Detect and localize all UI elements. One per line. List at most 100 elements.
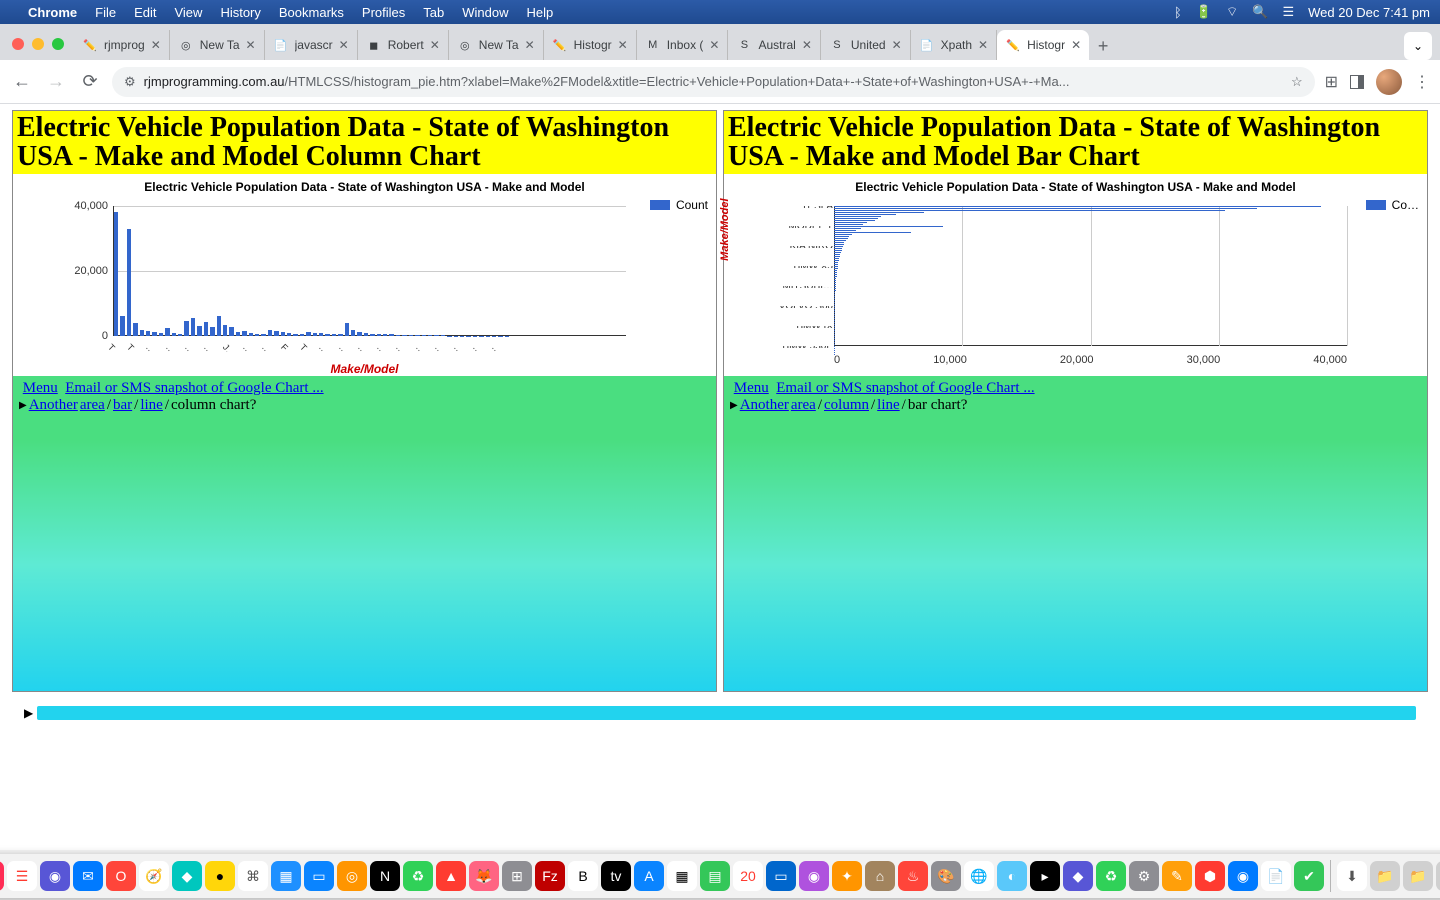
app-icon[interactable]: ◆	[172, 861, 202, 891]
column-bar[interactable]	[133, 323, 137, 336]
folder-icon[interactable]: 📁	[1403, 861, 1433, 891]
mail-icon[interactable]: ✉	[73, 861, 103, 891]
opera-icon[interactable]: O	[106, 861, 136, 891]
column-link[interactable]: column	[824, 397, 869, 414]
column-bar[interactable]	[383, 334, 387, 336]
close-tab-icon[interactable]: ✕	[525, 38, 535, 52]
bookmark-star-icon[interactable]: ☆	[1291, 74, 1303, 90]
filezilla-icon[interactable]: Fz	[535, 861, 565, 891]
menu-window[interactable]: Window	[462, 5, 508, 20]
app-icon[interactable]: ⌂	[865, 861, 895, 891]
column-bar[interactable]	[204, 322, 208, 336]
email-snapshot-link[interactable]: Email or SMS snapshot of Google Chart ..…	[776, 380, 1034, 396]
browser-tab[interactable]: SAustral✕	[728, 30, 820, 60]
app-icon[interactable]: ✔	[1294, 861, 1324, 891]
column-bar[interactable]	[217, 316, 221, 336]
app-name[interactable]: Chrome	[28, 5, 77, 20]
close-tab-icon[interactable]: ✕	[339, 38, 349, 52]
column-bar[interactable]	[146, 331, 150, 336]
folder-icon[interactable]: 📁	[1370, 861, 1400, 891]
app-icon[interactable]: ◎	[337, 861, 367, 891]
menu-history[interactable]: History	[220, 5, 260, 20]
menu-view[interactable]: View	[174, 5, 202, 20]
back-button[interactable]: ←	[10, 70, 34, 94]
numbers-icon[interactable]: ▤	[700, 861, 730, 891]
terminal-icon[interactable]: ▸	[1030, 861, 1060, 891]
column-bar[interactable]	[127, 229, 131, 336]
side-panel-icon[interactable]	[1350, 75, 1364, 89]
column-bar[interactable]	[172, 333, 176, 336]
pages-icon[interactable]: ✎	[1162, 861, 1192, 891]
column-bar[interactable]	[197, 326, 201, 336]
column-bar[interactable]	[396, 335, 400, 336]
podcasts-icon[interactable]: ◉	[40, 861, 70, 891]
column-bar[interactable]	[242, 331, 246, 336]
column-bar[interactable]	[389, 334, 393, 335]
music-icon[interactable]: ♪	[0, 861, 4, 891]
close-tab-icon[interactable]: ✕	[802, 38, 812, 52]
folder-icon[interactable]: 📁	[1436, 861, 1440, 891]
column-bar[interactable]	[345, 323, 349, 335]
control-center-icon[interactable]: ☰	[1282, 4, 1294, 20]
close-tab-icon[interactable]: ✕	[1071, 38, 1081, 52]
another-link[interactable]: Another	[740, 397, 789, 414]
column-bar[interactable]	[332, 334, 336, 336]
menu-link[interactable]: Menu	[734, 380, 769, 396]
column-bar[interactable]	[255, 334, 259, 336]
browser-tab[interactable]: SUnited✕	[821, 30, 911, 60]
appletv-icon[interactable]: tv	[601, 861, 631, 891]
browser-tab[interactable]: 📄Xpath✕	[911, 30, 997, 60]
column-bar[interactable]	[364, 333, 368, 336]
browser-tab[interactable]: ✏️rjmprog✕	[74, 30, 170, 60]
browser-tab[interactable]: 📄javascr✕	[265, 30, 358, 60]
chrome-menu-icon[interactable]: ⋮	[1414, 72, 1430, 92]
close-tab-icon[interactable]: ✕	[892, 38, 902, 52]
column-bar[interactable]	[191, 318, 195, 336]
menubar-clock[interactable]: Wed 20 Dec 7:41 pm	[1308, 5, 1430, 20]
play-icon[interactable]: ▶	[24, 706, 33, 720]
column-bar[interactable]	[338, 334, 342, 335]
column-bar[interactable]	[236, 332, 240, 336]
menu-profiles[interactable]: Profiles	[362, 5, 405, 20]
app-icon[interactable]: ▭	[766, 861, 796, 891]
line-link[interactable]: line	[877, 397, 900, 414]
bottom-slider[interactable]: ▶	[24, 706, 1416, 720]
close-tab-icon[interactable]: ✕	[978, 38, 988, 52]
app-icon[interactable]: ◐	[997, 861, 1027, 891]
column-bar[interactable]	[313, 333, 317, 336]
column-bar[interactable]	[159, 333, 163, 336]
close-window-button[interactable]	[12, 38, 24, 50]
area-link[interactable]: area	[791, 397, 816, 414]
email-snapshot-link[interactable]: Email or SMS snapshot of Google Chart ..…	[65, 380, 323, 396]
line-link[interactable]: line	[140, 397, 163, 414]
menu-bookmarks[interactable]: Bookmarks	[279, 5, 344, 20]
column-bar[interactable]	[287, 333, 291, 336]
app-icon[interactable]: ◉	[1228, 861, 1258, 891]
column-bar[interactable]	[140, 330, 144, 336]
column-bar[interactable]	[165, 328, 169, 336]
area-link[interactable]: area	[80, 397, 105, 414]
safari-icon[interactable]: 🧭	[139, 861, 169, 891]
app-icon[interactable]: N	[370, 861, 400, 891]
app-icon[interactable]: 🎨	[931, 861, 961, 891]
wifi-icon[interactable]: ⌔	[1226, 4, 1238, 20]
minimize-window-button[interactable]	[32, 38, 44, 50]
column-bar[interactable]	[293, 334, 297, 336]
menu-link[interactable]: Menu	[23, 380, 58, 396]
address-bar[interactable]: ⚙ rjmprogramming.com.au/HTMLCSS/histogra…	[112, 67, 1315, 97]
browser-tab[interactable]: ◼Robert✕	[358, 30, 449, 60]
forward-button[interactable]: →	[44, 70, 68, 94]
app-icon[interactable]: ⊞	[502, 861, 532, 891]
firefox-icon[interactable]: 🦊	[469, 861, 499, 891]
column-bar[interactable]	[184, 321, 188, 336]
another-link[interactable]: Another	[29, 397, 78, 414]
tab-overflow-button[interactable]: ⌄	[1404, 32, 1432, 60]
appstore-icon[interactable]: A	[634, 861, 664, 891]
column-bar[interactable]	[223, 325, 227, 336]
column-bar[interactable]	[249, 333, 253, 336]
reload-button[interactable]: ⟳	[78, 70, 102, 94]
app-icon[interactable]: ▲	[436, 861, 466, 891]
close-tab-icon[interactable]: ✕	[151, 38, 161, 52]
browser-tab[interactable]: ✏️Histogr✕	[997, 30, 1089, 60]
app-icon[interactable]: ♻	[1096, 861, 1126, 891]
